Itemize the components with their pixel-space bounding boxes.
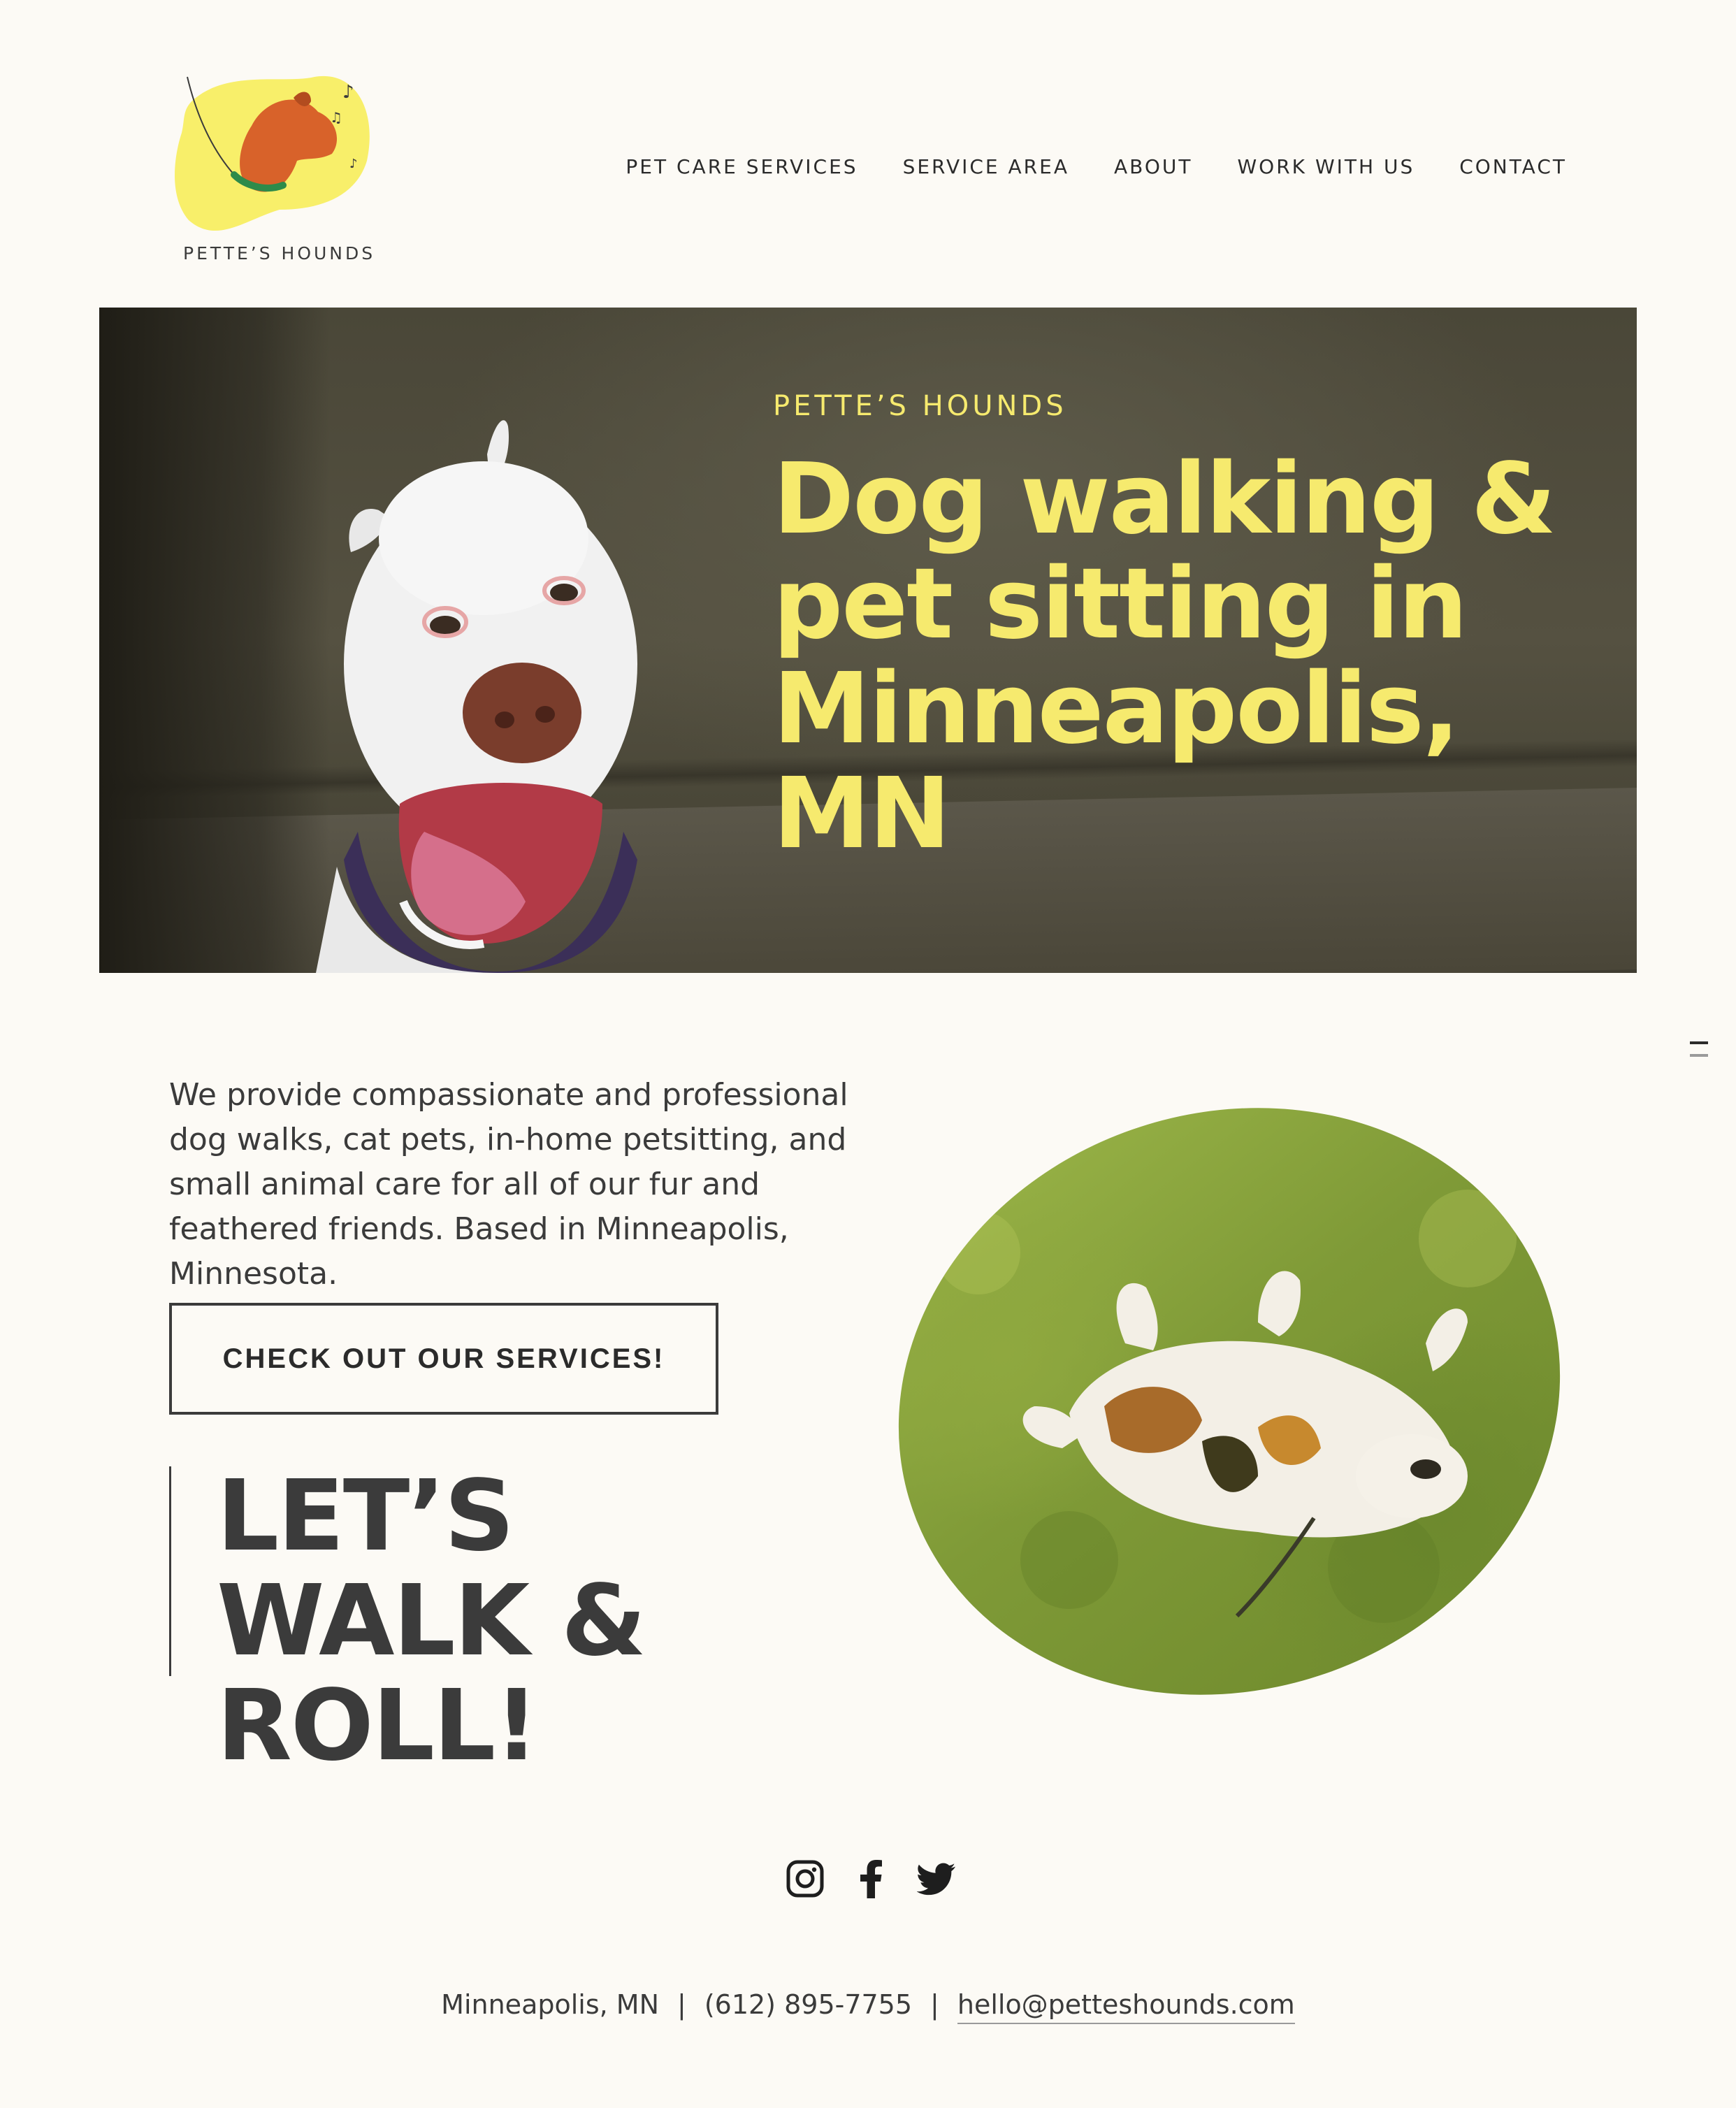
scroll-indicator-next[interactable]: [1690, 1054, 1708, 1057]
footer-separator: |: [677, 1989, 686, 2020]
svg-text:♪: ♪: [342, 82, 354, 103]
nav-about[interactable]: ABOUT: [1114, 155, 1193, 178]
site-logo[interactable]: ♪ ♫ ♪ PETTE’S HOUNDS: [168, 70, 377, 273]
nav-work-with-us[interactable]: WORK WITH US: [1238, 155, 1415, 178]
footer-email-link[interactable]: hello@petteshounds.com: [957, 1989, 1295, 2024]
footer-location: Minneapolis, MN: [441, 1989, 660, 2020]
main-nav: PET CARE SERVICES SERVICE AREA ABOUT WOR…: [581, 155, 1567, 178]
logo-text: PETTE’S HOUNDS: [183, 243, 376, 264]
svg-text:♫: ♫: [330, 109, 342, 126]
facebook-icon[interactable]: [851, 1859, 890, 1898]
rolling-dog-icon: [936, 1190, 1517, 1623]
dog-photo-icon: [316, 420, 637, 973]
scroll-indicator[interactable]: [1690, 1041, 1708, 1067]
nav-pet-care-services[interactable]: PET CARE SERVICES: [625, 155, 858, 178]
hero-kicker: PETTE’S HOUNDS: [773, 390, 1067, 422]
nav-service-area[interactable]: SERVICE AREA: [903, 155, 1069, 178]
instagram-icon[interactable]: [786, 1859, 825, 1898]
intro-text: We provide compassionate and professiona…: [169, 1077, 848, 1292]
hero-title: Dog walking & pet sitting in Minneapolis…: [773, 442, 1556, 871]
rolling-dog-photo: [821, 1023, 1637, 1779]
check-out-services-button[interactable]: CHECK OUT OUR SERVICES!: [169, 1303, 718, 1415]
hero-banner: PETTE’S HOUNDS Dog walking & pet sitting…: [99, 308, 1637, 973]
footer-phone: (612) 895-7755: [704, 1989, 913, 2020]
scroll-indicator-active[interactable]: [1690, 1041, 1708, 1044]
svg-text:♪: ♪: [349, 157, 358, 171]
nav-contact[interactable]: CONTACT: [1459, 155, 1567, 178]
twitter-icon[interactable]: [917, 1859, 956, 1898]
dog-logo-icon: ♪ ♫ ♪: [175, 75, 370, 231]
footer-separator: |: [930, 1989, 939, 2020]
tagline-divider: [169, 1466, 171, 1676]
tagline-heading: LET’S WALK & ROLL!: [217, 1459, 646, 1783]
social-links: [786, 1859, 956, 1898]
footer-contact: Minneapolis, MN | (612) 895-7755 | hello@pet…: [0, 1989, 1736, 2024]
